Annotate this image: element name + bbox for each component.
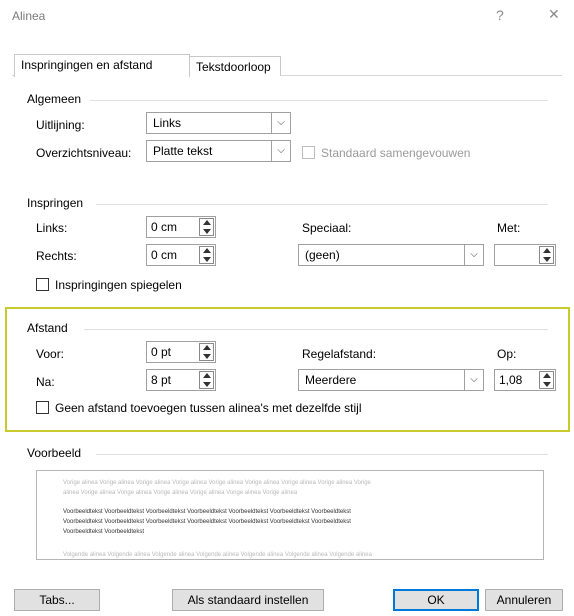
divider <box>96 204 548 205</box>
cancel-button[interactable]: Annuleren <box>485 589 563 611</box>
line-spacing-label: Regelafstand: <box>302 347 377 361</box>
tab-line-page-breaks[interactable]: Tekstdoorloop <box>189 56 281 76</box>
close-icon[interactable]: ✕ <box>548 6 560 23</box>
help-icon[interactable]: ? <box>496 7 504 23</box>
indent-by-label: Met: <box>497 221 521 235</box>
spin-arrows-icon[interactable] <box>199 218 214 236</box>
outline-level-label: Overzichtsniveau: <box>36 146 132 160</box>
section-title-spacing: Afstand <box>27 321 68 335</box>
line-spacing-value: Meerdere <box>305 373 357 387</box>
collapsed-by-default-label: Standaard samengevouwen <box>321 146 471 160</box>
mirror-indents-label: Inspringingen spiegelen <box>55 278 182 292</box>
special-indent-label: Speciaal: <box>302 221 352 235</box>
ok-button[interactable]: OK <box>393 589 479 611</box>
line-spacing-at-spinner[interactable]: 1,08 <box>494 369 556 391</box>
section-title-general: Algemeen <box>27 92 82 106</box>
indent-left-value: 0 cm <box>151 220 178 234</box>
space-before-spinner[interactable]: 0 pt <box>146 341 216 363</box>
collapsed-by-default-checkbox <box>302 146 315 159</box>
indent-right-label: Rechts: <box>36 249 77 263</box>
no-space-same-style-checkbox[interactable] <box>36 401 49 414</box>
mirror-indents-checkbox[interactable] <box>36 278 49 291</box>
indent-right-spinner[interactable]: 0 cm <box>146 244 216 266</box>
set-as-default-button[interactable]: Als standaard instellen <box>172 589 324 611</box>
spin-arrows-icon[interactable] <box>199 246 214 264</box>
space-before-value: 0 pt <box>151 345 172 359</box>
indent-left-spinner[interactable]: 0 cm <box>146 216 216 238</box>
space-after-spinner[interactable]: 8 pt <box>146 369 216 391</box>
preview-next-line: Volgende alinea Volgende alinea Volgende… <box>63 552 372 558</box>
chevron-down-icon: ⌵ <box>271 113 290 133</box>
outline-level-dropdown[interactable]: Platte tekst ⌵ <box>146 140 291 162</box>
line-spacing-at-value: 1,08 <box>499 373 523 387</box>
preview-previous-line: alinea Vorige alinea Vorige alinea Vorig… <box>63 490 298 496</box>
space-after-value: 8 pt <box>151 373 172 387</box>
preview-sample-line: Voorbeeldtekst Voorbeeldtekst Voorbeeldt… <box>63 509 351 515</box>
chevron-down-icon: ⌵ <box>464 245 483 265</box>
divider <box>84 329 548 330</box>
tab-indents-spacing[interactable]: Inspringingen en afstand <box>14 54 190 77</box>
preview-sample-line: Voorbeeldtekst Voorbeeldtekst <box>63 529 145 535</box>
no-space-same-style-label: Geen afstand toevoegen tussen alinea's m… <box>55 401 362 415</box>
dialog-title: Alinea <box>12 9 46 23</box>
alignment-label: Uitlijning: <box>36 118 85 132</box>
special-indent-value: (geen) <box>305 248 340 262</box>
section-title-preview: Voorbeeld <box>27 446 82 460</box>
spin-arrows-icon[interactable] <box>199 371 214 389</box>
tab-label: Inspringingen en afstand <box>21 58 153 72</box>
space-before-label: Voor: <box>36 347 65 361</box>
alignment-dropdown[interactable]: Links ⌵ <box>146 112 291 134</box>
spin-arrows-icon[interactable] <box>199 343 214 361</box>
tabs-button[interactable]: Tabs... <box>14 589 100 611</box>
paragraph-preview: Vorige alinea Vorige alinea Vorige aline… <box>36 470 544 560</box>
preview-previous-line: Vorige alinea Vorige alinea Vorige aline… <box>63 480 371 486</box>
divider <box>90 100 548 101</box>
section-title-indent: Inspringen <box>27 196 84 210</box>
special-indent-dropdown[interactable]: (geen) ⌵ <box>298 244 484 266</box>
divider <box>96 454 548 455</box>
line-spacing-at-label: Op: <box>497 347 517 361</box>
indent-by-spinner[interactable] <box>494 244 556 266</box>
chevron-down-icon: ⌵ <box>464 370 483 390</box>
tab-label: Tekstdoorloop <box>196 60 271 74</box>
line-spacing-dropdown[interactable]: Meerdere ⌵ <box>298 369 484 391</box>
spin-arrows-icon[interactable] <box>539 246 554 264</box>
indent-left-label: Links: <box>36 221 68 235</box>
spin-arrows-icon[interactable] <box>539 371 554 389</box>
space-after-label: Na: <box>36 375 55 389</box>
alignment-value: Links <box>153 116 182 130</box>
chevron-down-icon: ⌵ <box>271 141 290 161</box>
outline-level-value: Platte tekst <box>153 144 213 158</box>
indent-right-value: 0 cm <box>151 248 178 262</box>
preview-sample-line: Voorbeeldtekst Voorbeeldtekst Voorbeeldt… <box>63 519 351 525</box>
